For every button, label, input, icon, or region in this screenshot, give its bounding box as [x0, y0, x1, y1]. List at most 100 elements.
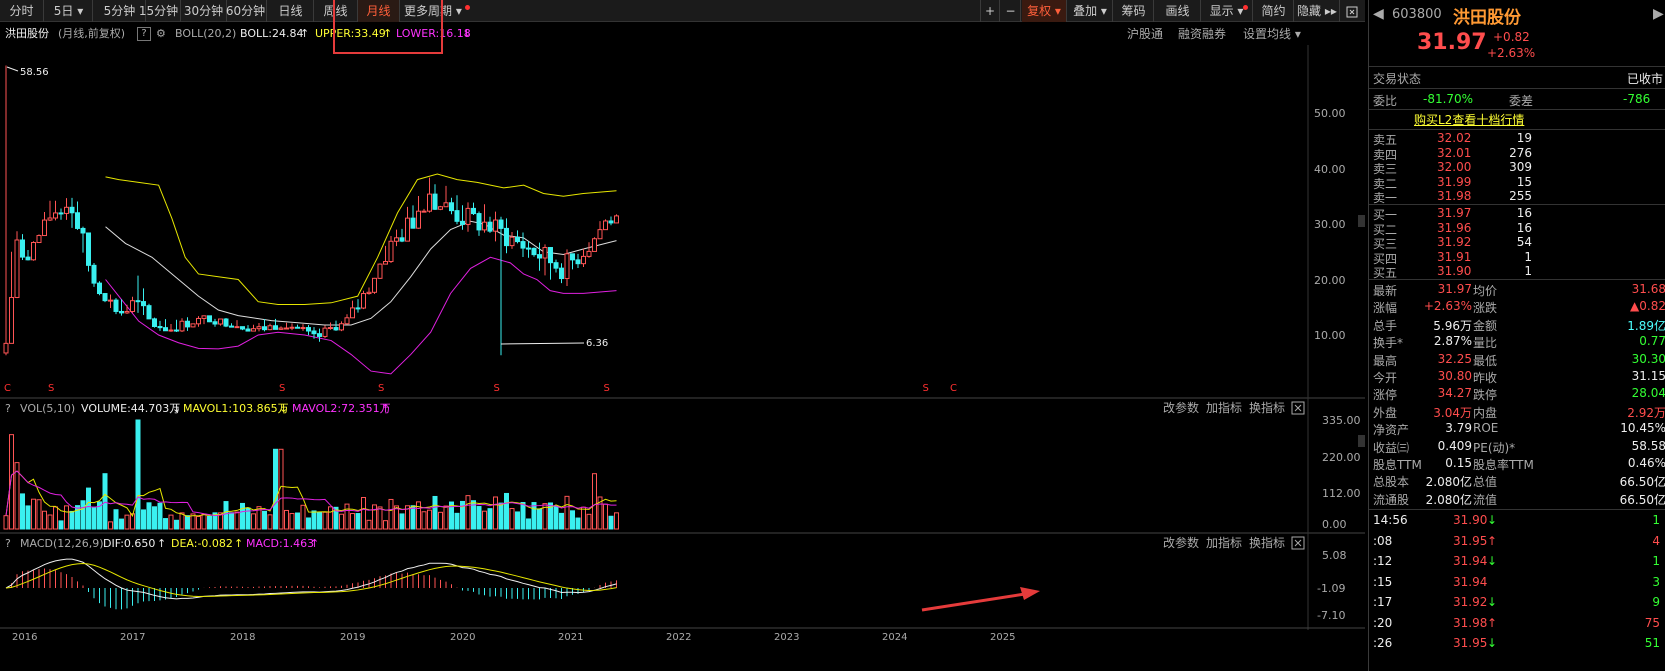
- low-price-label: 6.36: [586, 338, 608, 349]
- book-row: 涨幅 +2.63% 涨跌 ▲0.82: [1369, 299, 1665, 315]
- book-row: 换手* 2.87% 量比 0.77: [1369, 334, 1665, 350]
- divider: [1369, 129, 1665, 130]
- macd-switch-indicator-link[interactable]: 换指标: [1249, 535, 1285, 550]
- event-marker-icon[interactable]: S: [48, 383, 54, 394]
- candle-body: [449, 202, 454, 212]
- ask-price: 32.01: [1437, 145, 1472, 160]
- tick-time: :08: [1373, 533, 1393, 548]
- stat-label: 最高: [1373, 353, 1398, 368]
- kline-chart[interactable]: C S S S S S S C 50.00 40.00 30.00 20.00 10.00 5…: [0, 0, 1365, 671]
- stat-label: 今开: [1373, 371, 1398, 385]
- volume-bar: [432, 495, 438, 530]
- volume-bar: [36, 499, 42, 530]
- volume-bar: [201, 513, 207, 530]
- stat-value: 28.04: [1631, 386, 1665, 401]
- close-icon[interactable]: [1291, 401, 1305, 415]
- buy-l2-link[interactable]: 购买L2查看十档行情: [1414, 111, 1524, 128]
- candle-body: [592, 238, 597, 252]
- candle-body: [212, 321, 218, 325]
- back-chevron-icon[interactable]: ◀: [1373, 6, 1384, 22]
- volume-bar: [58, 520, 64, 530]
- stat-value: 31.15: [1631, 369, 1665, 383]
- volume-bar: [289, 513, 295, 530]
- tick-price: 31.94: [1453, 574, 1488, 589]
- candle-body: [394, 237, 399, 242]
- year-tick: 2018: [230, 632, 255, 643]
- tick-time: :15: [1373, 574, 1393, 589]
- macd-value: MACD:1.463: [246, 537, 314, 550]
- volume-bar: [141, 509, 146, 530]
- stat-value: 3.79: [1445, 421, 1472, 436]
- volume-bar: [53, 506, 58, 530]
- candle-body: [262, 326, 267, 331]
- candle-body: [130, 300, 135, 312]
- candle-body: [152, 318, 157, 328]
- close-icon[interactable]: [1291, 536, 1305, 550]
- event-marker-icon[interactable]: C: [4, 383, 11, 394]
- vol-help-icon[interactable]: ?: [5, 402, 11, 415]
- event-marker-icon[interactable]: S: [494, 383, 500, 394]
- vol-edit-params-link[interactable]: 改参数: [1163, 400, 1199, 415]
- candle-body: [196, 317, 201, 325]
- stat-value: 31.97: [1437, 282, 1472, 296]
- ask-volume: 276: [1509, 145, 1532, 160]
- event-marker-icon[interactable]: S: [923, 383, 929, 394]
- book-row: :08 31.95 ↑ 4: [1369, 534, 1665, 550]
- book-row: :15 31.94 3: [1369, 575, 1665, 591]
- up-arrow-icon: ↑: [381, 402, 390, 415]
- candle-body: [399, 237, 405, 242]
- stat-label: 跌停: [1473, 388, 1498, 403]
- candle-body: [300, 327, 306, 330]
- stat-label: 股息TTM: [1373, 458, 1422, 472]
- event-marker-icon[interactable]: C: [950, 383, 957, 394]
- volume-bar: [427, 509, 432, 530]
- volume-bar: [388, 498, 394, 530]
- volume-bar: [306, 517, 311, 530]
- macd-edit-params-link[interactable]: 改参数: [1163, 535, 1199, 550]
- candle-body: [322, 327, 328, 337]
- candle-body: [537, 254, 542, 259]
- volume-bar: [42, 510, 47, 530]
- candle-body: [278, 327, 284, 330]
- divider: [1369, 509, 1665, 510]
- volume-bar: [355, 513, 361, 530]
- candle-body: [256, 326, 262, 330]
- up-arrow-icon: ↑: [1487, 533, 1498, 548]
- tick-price: 31.95: [1453, 533, 1488, 548]
- stat-label: 涨停: [1373, 388, 1398, 403]
- tick-time: :26: [1373, 636, 1393, 650]
- volume-bar: [537, 508, 542, 530]
- price-tick: 10.00: [1314, 329, 1346, 342]
- forward-chevron-icon[interactable]: ▶: [1653, 6, 1664, 22]
- candle-body: [614, 215, 619, 224]
- book-row: 最高 32.25 最低 30.30: [1369, 352, 1665, 368]
- volume-bar: [174, 519, 179, 530]
- volume-bar: [581, 506, 586, 530]
- candle-body: [339, 323, 344, 331]
- event-marker-icon[interactable]: S: [604, 383, 610, 394]
- macd-add-indicator-link[interactable]: 加指标: [1206, 535, 1242, 550]
- candle-body: [284, 327, 289, 330]
- quote-sidebar: ◀ 603800 洪田股份 ▶ 31.97 +0.82 +2.63% 交易状态 …: [1368, 0, 1665, 671]
- candle-body: [416, 210, 421, 229]
- macd-chart: [5, 558, 617, 610]
- event-marker-icon[interactable]: S: [279, 383, 285, 394]
- stock-title: 洪田股份: [1453, 8, 1521, 28]
- volume-bar: [344, 503, 350, 530]
- scrollbar[interactable]: [1358, 215, 1365, 447]
- bid-price: 31.97: [1437, 206, 1472, 220]
- volume-bar: [124, 514, 130, 530]
- book-row: :20 31.98 ↑ 75: [1369, 616, 1665, 632]
- vol-switch-indicator-link[interactable]: 换指标: [1249, 400, 1285, 415]
- macd-help-icon[interactable]: ?: [5, 537, 11, 550]
- vol-add-indicator-link[interactable]: 加指标: [1206, 400, 1242, 415]
- candle-body: [146, 305, 152, 320]
- event-marker-icon[interactable]: S: [378, 383, 384, 394]
- macd-tick: -1.09: [1317, 582, 1345, 595]
- down-arrow-icon: ↓: [172, 402, 181, 415]
- ask-volume: 19: [1516, 131, 1532, 145]
- tick-time: :20: [1373, 615, 1393, 630]
- volume-bar: [570, 510, 575, 530]
- bid-volume: 16: [1516, 220, 1532, 235]
- stat-label: 总手: [1373, 318, 1398, 333]
